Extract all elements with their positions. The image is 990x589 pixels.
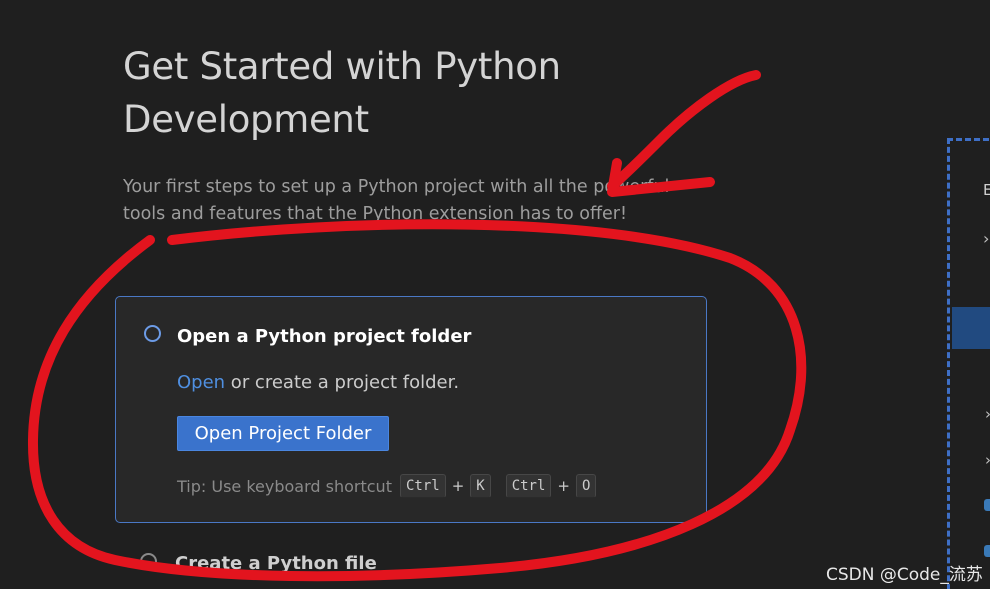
chevron-right-icon[interactable]: ›	[985, 405, 990, 423]
chevron-right-icon[interactable]: ›	[985, 451, 990, 469]
step-description-text: or create a project folder.	[225, 372, 460, 393]
python-file-icon	[984, 545, 990, 557]
open-project-folder-button[interactable]: Open Project Folder	[177, 416, 389, 451]
chevron-right-icon[interactable]: ›	[983, 229, 989, 248]
key-ctrl: Ctrl	[399, 474, 446, 498]
csdn-watermark: CSDN @Code_流苏	[826, 565, 983, 585]
tip-label: Tip: Use keyboard shortcut	[177, 476, 392, 496]
key-k: K	[470, 474, 491, 498]
step-title: Open a Python project folder	[177, 326, 472, 347]
key-plus: +	[557, 477, 570, 495]
get-started-page: Get Started with Python Development Your…	[0, 0, 990, 589]
radio-circle-icon[interactable]	[144, 325, 161, 342]
step-description: Open or create a project folder.	[177, 371, 459, 395]
page-subtitle: Your first steps to set up a Python proj…	[123, 177, 670, 224]
explorer-side-panel: E › › ›	[947, 138, 990, 589]
key-ctrl: Ctrl	[505, 474, 552, 498]
radio-circle-icon[interactable]	[140, 553, 157, 570]
shortcut-tip: Tip: Use keyboard shortcut Ctrl + K Ctrl…	[177, 472, 597, 500]
python-file-icon	[984, 499, 990, 511]
open-link[interactable]: Open	[177, 372, 225, 393]
step-card-open-folder[interactable]: Open a Python project folder Open or cre…	[115, 296, 707, 523]
key-o: O	[576, 474, 597, 498]
page-title: Get Started with Python Development	[123, 45, 561, 141]
key-plus: +	[451, 477, 465, 495]
step-title: Create a Python file	[175, 553, 377, 574]
panel-header-fragment: E	[983, 181, 990, 199]
selected-row[interactable]	[952, 307, 990, 349]
